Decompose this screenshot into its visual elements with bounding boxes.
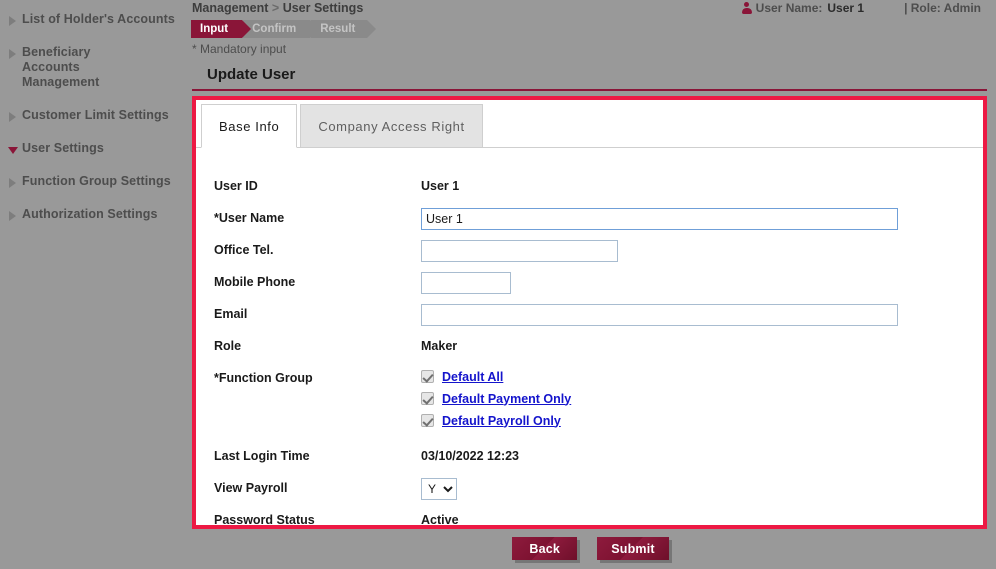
office-tel-input[interactable]	[421, 240, 618, 262]
triangle-right-icon	[6, 178, 19, 188]
breadcrumb-current: User Settings	[282, 1, 364, 15]
function-group-link[interactable]: Default Payment Only	[442, 392, 571, 406]
user-name-input[interactable]	[421, 208, 898, 230]
sidebar-item-authorization-settings[interactable]: Authorization Settings	[0, 203, 185, 226]
sidebar-item-user-settings[interactable]: User Settings	[0, 137, 185, 160]
function-group-option-default-payroll-only: Default Payroll Only	[421, 412, 571, 429]
sidebar-item-label: List of Holder's Accounts	[22, 12, 175, 26]
breadcrumb-separator: >	[271, 1, 280, 15]
title-divider	[192, 89, 987, 91]
tab-base-info[interactable]: Base Info	[201, 104, 298, 148]
page-title: Update User	[207, 66, 296, 83]
checkbox-default-payment-only[interactable]	[421, 392, 434, 405]
step-label: Input	[200, 23, 229, 35]
step-input[interactable]: Input	[191, 20, 252, 38]
triangle-right-icon	[6, 16, 19, 26]
sidebar-item-function-group-settings[interactable]: Function Group Settings	[0, 170, 185, 193]
view-payroll-label: View Payroll	[214, 481, 288, 495]
function-group-link[interactable]: Default Payroll Only	[442, 414, 561, 428]
function-group-link[interactable]: Default All	[442, 370, 503, 384]
user-name-value: User 1	[827, 1, 865, 15]
sidebar-item-label: Function Group Settings	[22, 174, 171, 188]
field-row-email: Email	[214, 304, 983, 326]
user-name-label: *User Name	[214, 211, 285, 225]
role-label: Role	[214, 339, 242, 353]
field-row-function-group: *Function Group Default All Default Paym…	[214, 368, 983, 434]
checkbox-default-payroll-only[interactable]	[421, 414, 434, 427]
sidebar: List of Holder's Accounts Beneficiary Ac…	[0, 0, 185, 569]
sidebar-item-label: Beneficiary Accounts Management	[22, 45, 100, 89]
email-label: Email	[214, 307, 248, 321]
last-login-time-value: 03/10/2022 12:23	[421, 449, 520, 463]
step-label: Result	[320, 23, 356, 35]
tab-company-access-right[interactable]: Company Access Right	[300, 104, 483, 148]
sidebar-item-list-of-holders-accounts[interactable]: List of Holder's Accounts	[0, 8, 185, 31]
step-label: Confirm	[252, 23, 297, 35]
sidebar-item-label: Authorization Settings	[22, 207, 158, 221]
user-name-label: User Name:	[755, 1, 823, 15]
field-row-user-id: User ID User 1	[214, 176, 983, 198]
sidebar-item-customer-limit-settings[interactable]: Customer Limit Settings	[0, 104, 185, 127]
field-row-user-name: *User Name	[214, 208, 983, 230]
tab-label: Base Info	[219, 118, 280, 134]
mobile-phone-label: Mobile Phone	[214, 275, 296, 289]
sidebar-item-beneficiary-accounts-management[interactable]: Beneficiary Accounts Management	[0, 41, 185, 94]
triangle-right-icon	[6, 211, 19, 221]
breadcrumb: Management > User Settings	[192, 1, 363, 15]
password-status-value: Active	[421, 513, 459, 527]
back-button[interactable]: Back	[512, 537, 578, 560]
view-payroll-select[interactable]: Y N	[421, 478, 457, 500]
function-group-option-default-all: Default All	[421, 368, 571, 385]
field-row-last-login-time: Last Login Time 03/10/2022 12:23	[214, 446, 983, 468]
password-status-label: Password Status	[214, 513, 315, 527]
step-result[interactable]: Result	[311, 20, 377, 38]
function-group-label: *Function Group	[214, 371, 313, 385]
role-value: Maker	[421, 339, 458, 353]
field-row-password-status: Password Status Active	[214, 510, 983, 532]
tab-label: Company Access Right	[318, 118, 465, 134]
field-row-office-tel: Office Tel.	[214, 240, 983, 262]
user-id-value: User 1	[421, 179, 460, 193]
footer-actions: Back Submit	[185, 537, 996, 560]
triangle-right-icon	[6, 49, 19, 59]
app-root: List of Holder's Accounts Beneficiary Ac…	[0, 0, 996, 569]
email-input[interactable]	[421, 304, 898, 326]
mobile-phone-input[interactable]	[421, 272, 511, 294]
breadcrumb-root[interactable]: Management	[192, 1, 268, 15]
office-tel-label: Office Tel.	[214, 243, 274, 257]
sidebar-item-label: User Settings	[22, 141, 104, 155]
tab-bar: Base Info Company Access Right	[196, 100, 983, 148]
triangle-right-icon	[6, 112, 19, 122]
field-row-view-payroll: View Payroll Y N	[214, 478, 983, 500]
last-login-time-label: Last Login Time	[214, 449, 310, 463]
step-indicator: Input Confirm Result	[191, 20, 377, 38]
triangle-down-icon	[6, 145, 19, 154]
sidebar-item-label: Customer Limit Settings	[22, 108, 169, 122]
function-group-options: Default All Default Payment Only Default…	[421, 368, 571, 434]
main-content: Management > User Settings User Name: Us…	[185, 0, 996, 569]
field-row-role: Role Maker	[214, 336, 983, 358]
user-silhouette-icon	[741, 2, 752, 14]
user-id-label: User ID	[214, 179, 258, 193]
user-info: User Name: User 1 | Role: Admin	[741, 1, 981, 15]
mandatory-note: * Mandatory input	[192, 42, 287, 56]
checkbox-default-all[interactable]	[421, 370, 434, 383]
function-group-option-default-payment-only: Default Payment Only	[421, 390, 571, 407]
field-row-mobile-phone: Mobile Phone	[214, 272, 983, 294]
submit-button[interactable]: Submit	[597, 537, 669, 560]
base-info-form: User ID User 1 *User Name Office Tel. Mo…	[196, 148, 983, 532]
step-confirm[interactable]: Confirm	[243, 20, 320, 38]
form-panel: Base Info Company Access Right User ID U…	[192, 96, 987, 529]
role-text: | Role: Admin	[904, 1, 981, 15]
